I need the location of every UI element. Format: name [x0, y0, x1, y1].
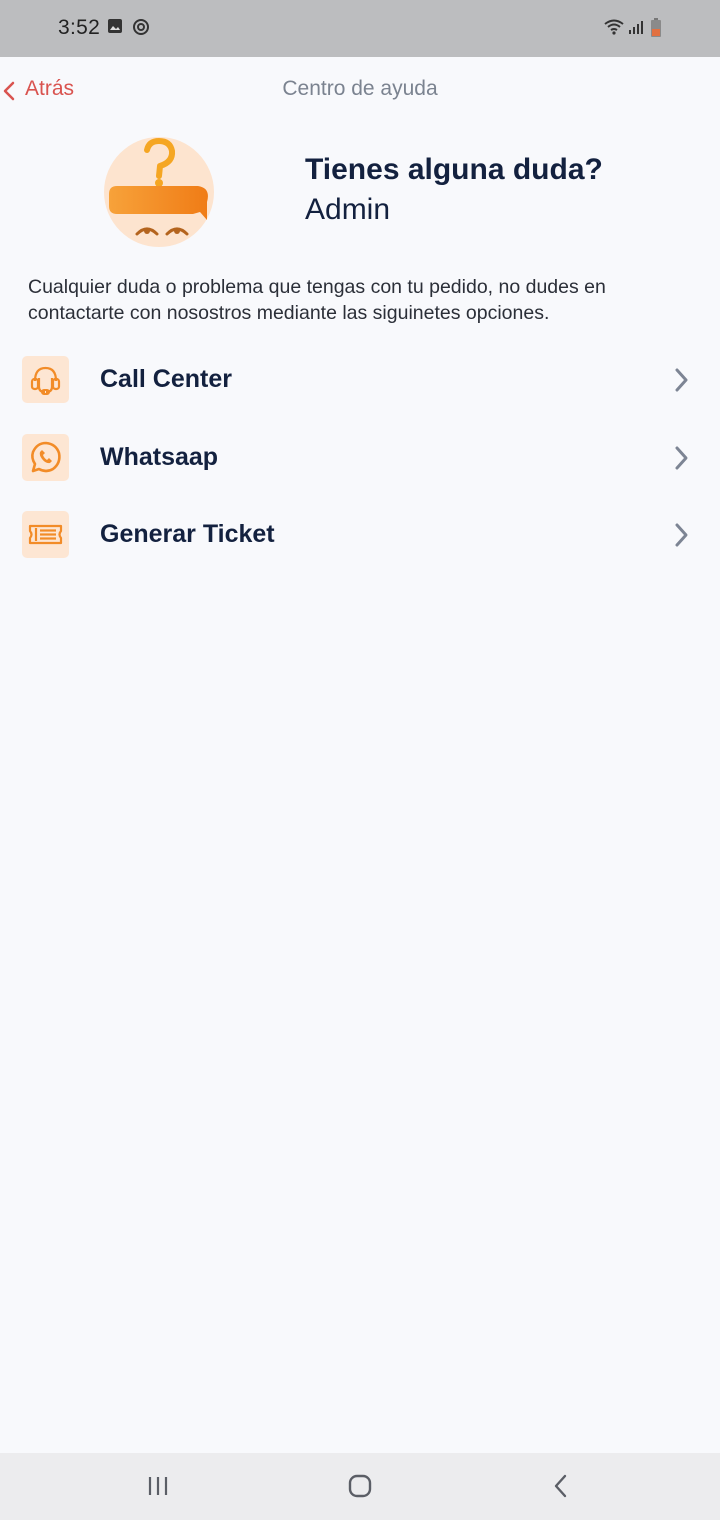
- system-nav-bar: [0, 1453, 720, 1520]
- option-label: Call Center: [100, 365, 232, 393]
- hero-heading: Tienes alguna duda?: [305, 153, 603, 186]
- chevron-right-icon: [672, 522, 690, 553]
- option-whatsapp[interactable]: Whatsaap: [0, 426, 720, 490]
- battery-icon: [650, 18, 662, 43]
- question-face-illustration: [103, 136, 215, 248]
- status-time: 3:52: [58, 16, 101, 39]
- option-label: Whatsaap: [100, 443, 219, 471]
- option-generar-ticket[interactable]: Generar Ticket: [0, 503, 720, 567]
- back-icon[interactable]: [551, 1473, 571, 1504]
- help-description: Cualquier duda o problema que tengas con…: [28, 276, 606, 324]
- image-icon: [107, 18, 123, 39]
- wifi-icon: [603, 18, 625, 41]
- whatsapp-icon: [22, 434, 69, 481]
- headset-icon: [22, 356, 69, 403]
- recent-apps-icon[interactable]: [147, 1473, 171, 1504]
- status-bar: 3:52: [0, 0, 720, 57]
- page-title: Centro de ayuda: [282, 77, 438, 100]
- option-label: Generar Ticket: [100, 520, 275, 548]
- user-name: Admin: [305, 193, 391, 226]
- home-icon[interactable]: [347, 1473, 373, 1504]
- chevron-right-icon: [672, 445, 690, 476]
- option-call-center[interactable]: Call Center: [0, 348, 720, 412]
- chevron-right-icon: [672, 367, 690, 398]
- ticket-icon: [22, 511, 69, 558]
- sync-icon: [132, 18, 150, 41]
- signal-icon: [628, 19, 644, 40]
